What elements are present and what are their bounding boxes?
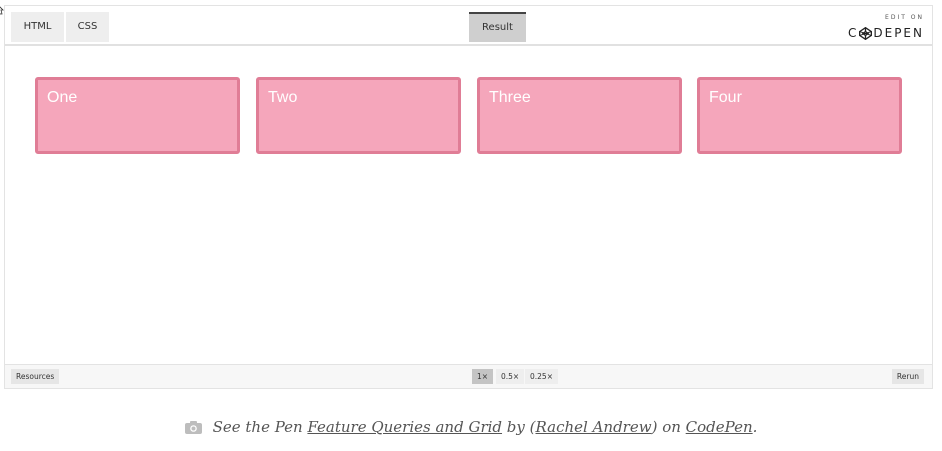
- grid-item-two: Two: [256, 77, 461, 154]
- camera-icon: [184, 420, 202, 434]
- pen-caption: See the Pen Feature Queries and Grid by …: [0, 414, 942, 440]
- tab-html[interactable]: HTML: [11, 12, 64, 42]
- grid-item-three: Three: [477, 77, 682, 154]
- edit-on-label: EDIT ON: [885, 14, 924, 21]
- embed-toolbar: HTML CSS Result EDIT ON C DEPEN: [5, 6, 932, 46]
- codepen-wordmark-left: C: [847, 26, 859, 40]
- tab-css[interactable]: CSS: [66, 12, 109, 42]
- codepen-wordmark-right: DEPEN: [873, 26, 924, 40]
- codepen-link[interactable]: CodePen: [686, 418, 753, 436]
- result-panel: One Two Three Four: [5, 46, 932, 365]
- zoom-0.25x-button[interactable]: 0.25×: [525, 369, 558, 384]
- caption-on: ) on: [651, 418, 686, 436]
- codepen-wordmark: C DEPEN: [848, 26, 924, 40]
- resources-button[interactable]: Resources: [11, 369, 60, 384]
- codepen-embed: HTML CSS Result EDIT ON C DEPEN One Two …: [4, 5, 933, 389]
- edit-on-codepen-link[interactable]: EDIT ON C DEPEN: [844, 12, 924, 40]
- author-link[interactable]: Rachel Andrew: [536, 418, 652, 436]
- zoom-1x-button[interactable]: 1×: [472, 369, 494, 384]
- pen-title-link[interactable]: Feature Queries and Grid: [307, 418, 502, 436]
- tab-result[interactable]: Result: [469, 12, 526, 42]
- caption-by: by (: [502, 418, 536, 436]
- zoom-0.5x-button[interactable]: 0.5×: [496, 369, 525, 384]
- grid-item-one: One: [35, 77, 240, 154]
- caption-prefix: See the Pen: [212, 418, 308, 436]
- embed-bottom-bar: Resources 1× 0.5× 0.25× Rerun: [5, 364, 932, 388]
- grid-item-four: Four: [697, 77, 902, 154]
- caption-suffix: .: [752, 418, 758, 436]
- rerun-button[interactable]: Rerun: [891, 369, 924, 384]
- codepen-logo-icon: [859, 26, 873, 40]
